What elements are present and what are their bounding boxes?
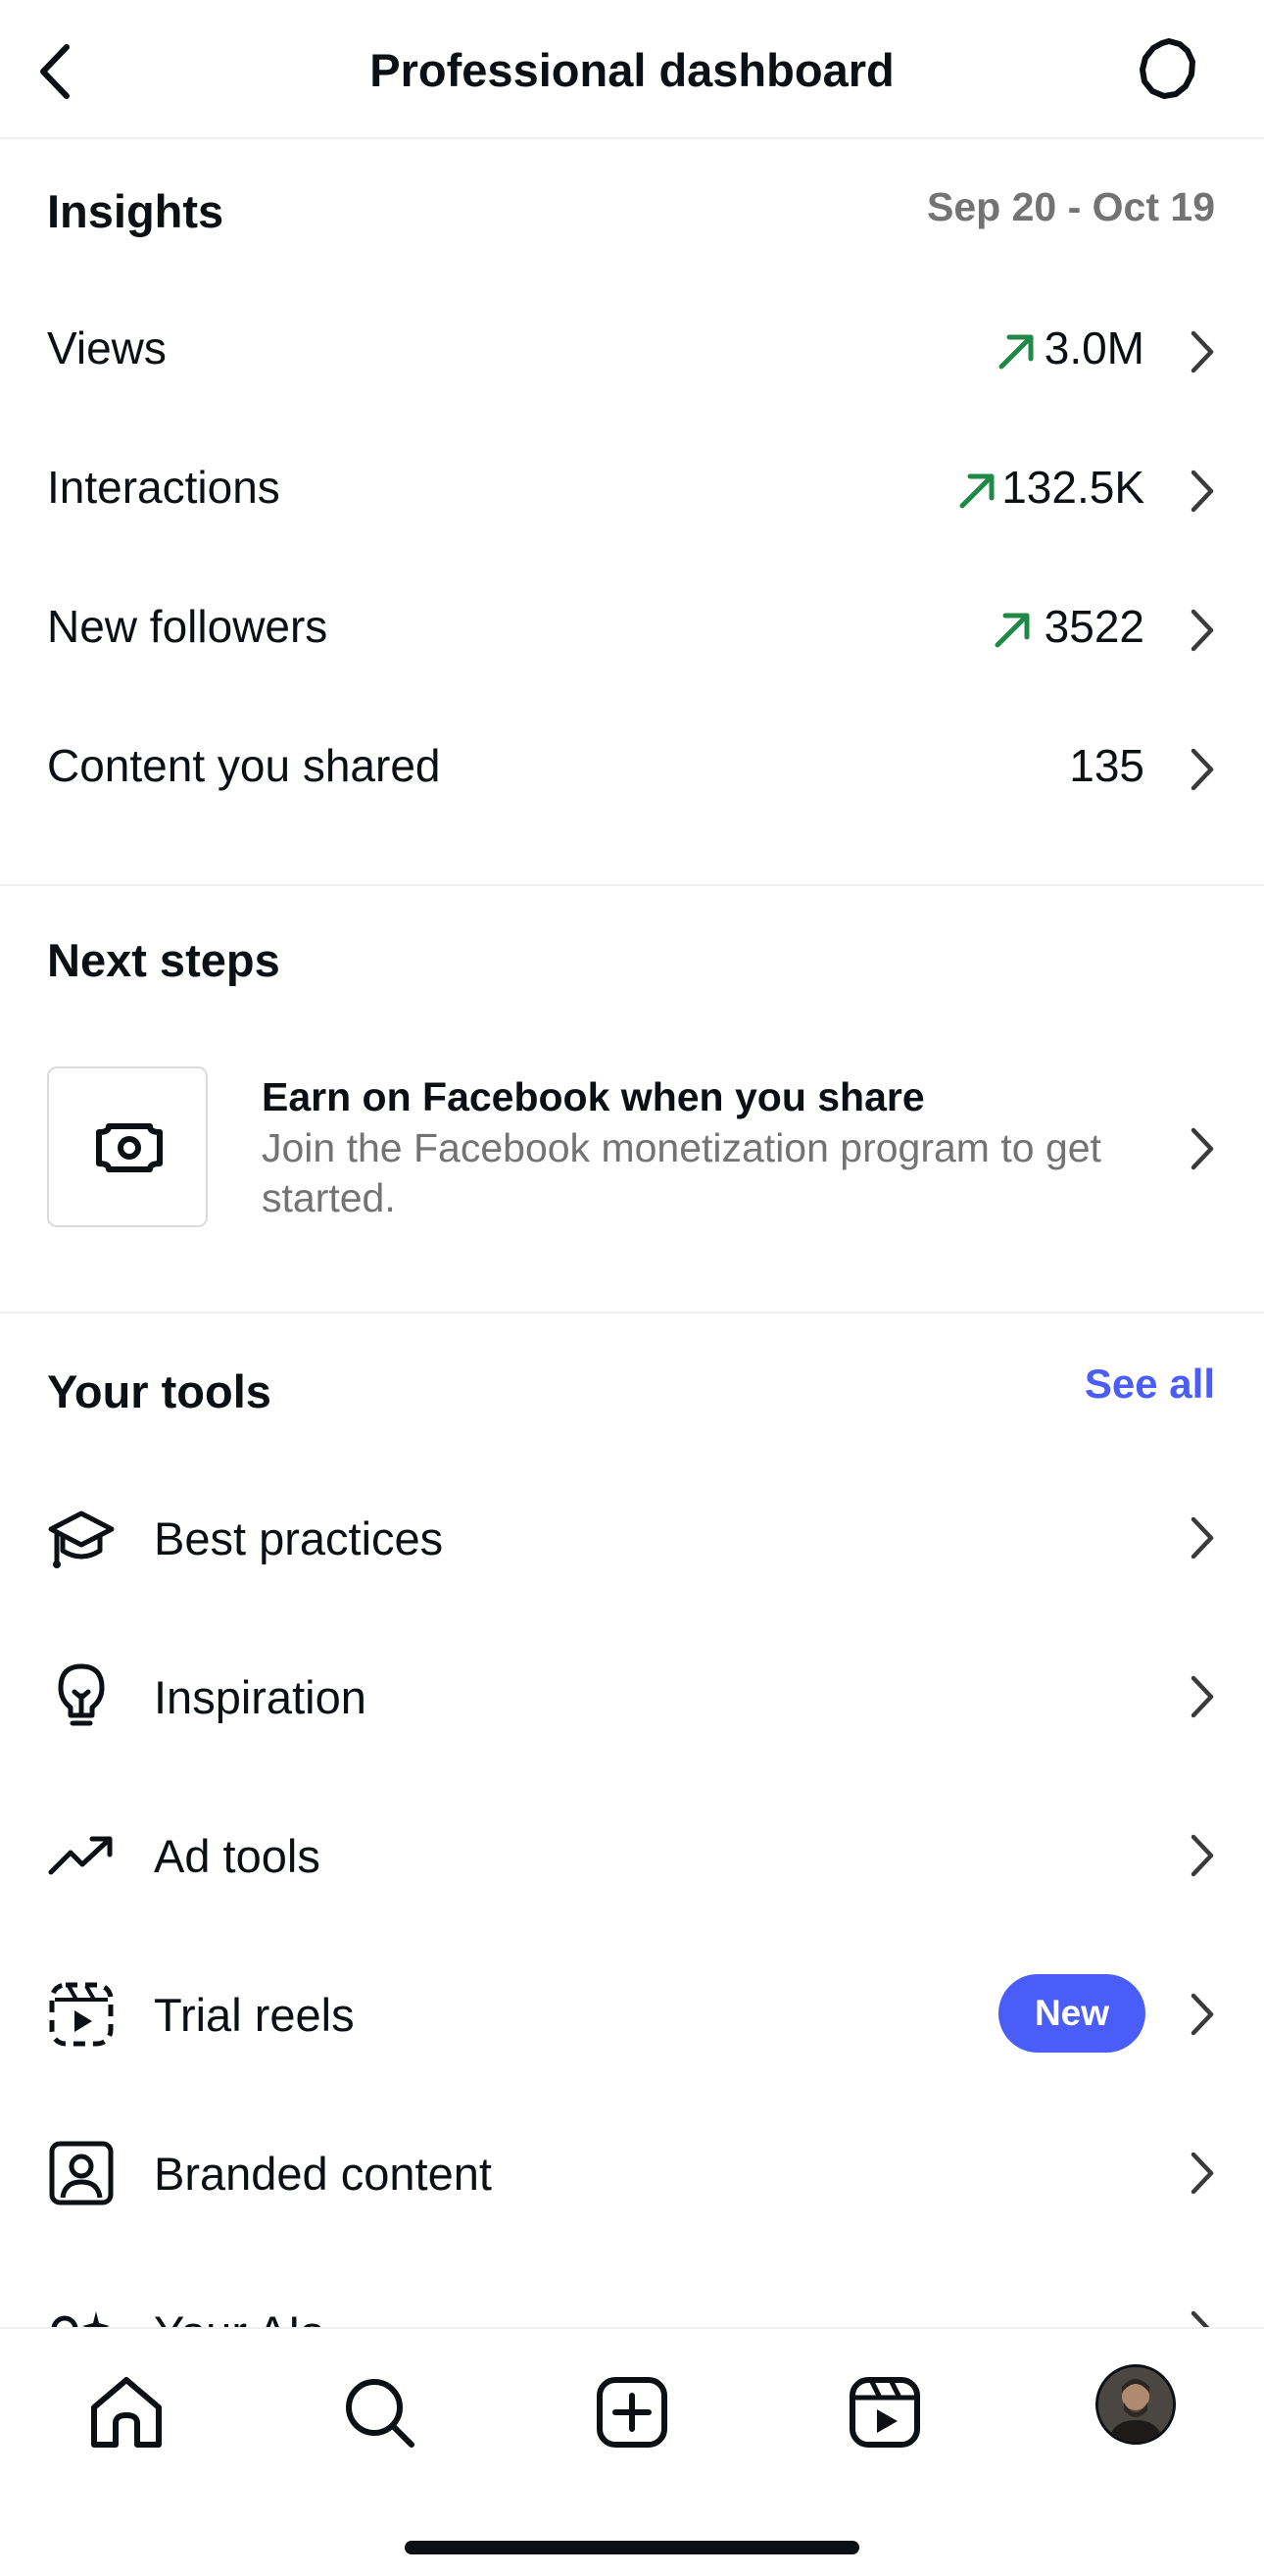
- home-icon: [91, 2377, 162, 2448]
- tool-label: Branded content: [154, 2148, 492, 2200]
- create-icon: [597, 2377, 667, 2448]
- branded-content-icon: [49, 2141, 114, 2205]
- insight-value: 3.0M: [1044, 322, 1144, 373]
- home-indicator: [405, 2541, 859, 2554]
- insight-label: Interactions: [47, 462, 280, 513]
- nav-search[interactable]: [335, 2368, 423, 2456]
- tool-ad-tools[interactable]: Ad tools: [0, 1792, 1264, 1919]
- bottom-nav: [0, 2327, 1264, 2576]
- chevron-right-icon: [1191, 1834, 1214, 1877]
- your-tools-title: Your tools: [47, 1365, 271, 1417]
- trial-reels-icon: [49, 1982, 114, 2047]
- page-title: Professional dashboard: [369, 44, 895, 96]
- step-description: Join the Facebook monetization program t…: [262, 1125, 1101, 1220]
- insight-row-content-shared[interactable]: Content you shared 135: [0, 710, 1264, 827]
- trend-up-icon: [959, 473, 995, 509]
- chevron-right-icon: [1191, 470, 1214, 513]
- chevron-right-icon: [1191, 330, 1214, 373]
- profile-avatar[interactable]: [1095, 2364, 1176, 2445]
- gear-icon: [1140, 38, 1195, 99]
- lightbulb-icon: [58, 1663, 105, 1726]
- reels-icon: [850, 2377, 920, 2448]
- search-icon: [346, 2379, 414, 2448]
- chevron-right-icon: [1191, 1675, 1214, 1718]
- date-range[interactable]: Sep 20 - Oct 19: [927, 184, 1215, 230]
- trending-up-icon: [48, 1836, 113, 1875]
- tool-branded-content[interactable]: Branded content: [0, 2109, 1264, 2237]
- chevron-right-icon: [1191, 1516, 1214, 1560]
- nav-reels[interactable]: [841, 2368, 929, 2456]
- tool-label: Inspiration: [154, 1671, 366, 1723]
- see-all-link[interactable]: See all: [1085, 1361, 1215, 1408]
- step-icon-box: [47, 1066, 208, 1227]
- insight-label: New followers: [47, 601, 328, 652]
- trend-up-icon: [995, 613, 1030, 648]
- chevron-right-icon: [1191, 1127, 1214, 1170]
- settings-button[interactable]: [1125, 35, 1213, 110]
- insights-title: Insights: [47, 185, 224, 237]
- money-icon: [96, 1123, 163, 1172]
- tool-inspiration[interactable]: Inspiration: [0, 1633, 1264, 1760]
- tool-label: Ad tools: [154, 1830, 320, 1882]
- avatar-image: [1098, 2367, 1173, 2442]
- insight-row-new-followers[interactable]: New followers 3522: [0, 570, 1264, 688]
- insight-value: 132.5K: [1001, 462, 1144, 513]
- insight-label: Views: [47, 322, 167, 373]
- trend-up-icon: [998, 334, 1034, 370]
- tool-best-practices[interactable]: Best practices: [0, 1474, 1264, 1602]
- graduation-cap-icon: [48, 1511, 115, 1568]
- nav-create[interactable]: [588, 2368, 676, 2456]
- insight-row-interactions[interactable]: Interactions 132.5K: [0, 431, 1264, 549]
- tool-trial-reels[interactable]: Trial reels New: [0, 1951, 1264, 2078]
- chevron-right-icon: [1191, 2152, 1214, 2195]
- nav-home[interactable]: [82, 2368, 170, 2456]
- tool-label: Best practices: [154, 1512, 444, 1564]
- chevron-right-icon: [1191, 1993, 1214, 2036]
- insight-value: 135: [1069, 740, 1144, 791]
- next-steps-title: Next steps: [47, 934, 280, 986]
- section-divider: [0, 884, 1264, 886]
- chevron-right-icon: [1191, 609, 1214, 652]
- insight-row-views[interactable]: Views 3.0M: [0, 292, 1264, 410]
- chevron-right-icon: [1191, 748, 1214, 791]
- step-title: Earn on Facebook when you share: [262, 1074, 925, 1119]
- tool-label: Trial reels: [154, 1989, 355, 2041]
- section-divider: [0, 1312, 1264, 1313]
- new-badge: New: [998, 1974, 1145, 2053]
- top-bar: Professional dashboard: [0, 0, 1264, 139]
- insight-value: 3522: [1044, 601, 1144, 652]
- insight-label: Content you shared: [47, 740, 441, 791]
